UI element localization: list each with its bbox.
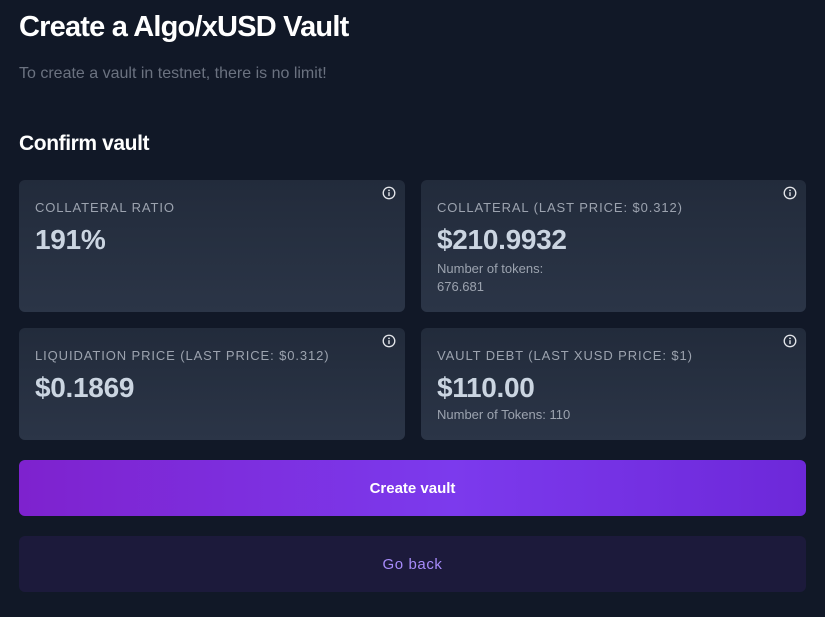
collateral-ratio-value: 191% (35, 224, 106, 255)
liquidation-price-card: LIQUIDATION PRICE (LAST PRICE: $0.312) $… (19, 328, 405, 440)
collateral-tokens-label: Number of tokens: (437, 261, 544, 276)
info-icon[interactable] (382, 334, 396, 348)
collateral-label: COLLATERAL (LAST PRICE: $0.312) (437, 200, 683, 215)
collateral-card: COLLATERAL (LAST PRICE: $0.312) $210.993… (421, 180, 806, 312)
info-icon[interactable] (382, 186, 396, 200)
liquidation-price-label: LIQUIDATION PRICE (LAST PRICE: $0.312) (35, 348, 330, 363)
create-vault-page: Create a Algo/xUSD Vault To create a vau… (0, 0, 825, 617)
collateral-value: $210.9932 (437, 224, 567, 255)
collateral-ratio-card: COLLATERAL RATIO 191% (19, 180, 405, 312)
liquidation-price-value: $0.1869 (35, 372, 135, 403)
section-title-confirm-vault: Confirm vault (19, 132, 150, 155)
page-title: Create a Algo/xUSD Vault (19, 11, 349, 43)
collateral-ratio-label: COLLATERAL RATIO (35, 200, 175, 215)
vault-debt-card: VAULT DEBT (LAST XUSD PRICE: $1) $110.00… (421, 328, 806, 440)
page-subtitle: To create a vault in testnet, there is n… (19, 65, 327, 82)
vault-debt-label: VAULT DEBT (LAST XUSD PRICE: $1) (437, 348, 693, 363)
vault-debt-value: $110.00 (437, 372, 535, 403)
collateral-tokens-value: 676.681 (437, 279, 484, 294)
go-back-button[interactable]: Go back (19, 536, 806, 592)
info-icon[interactable] (783, 334, 797, 348)
vault-debt-tokens: Number of Tokens: 110 (437, 407, 571, 422)
info-icon[interactable] (783, 186, 797, 200)
create-vault-button[interactable]: Create vault (19, 460, 806, 516)
